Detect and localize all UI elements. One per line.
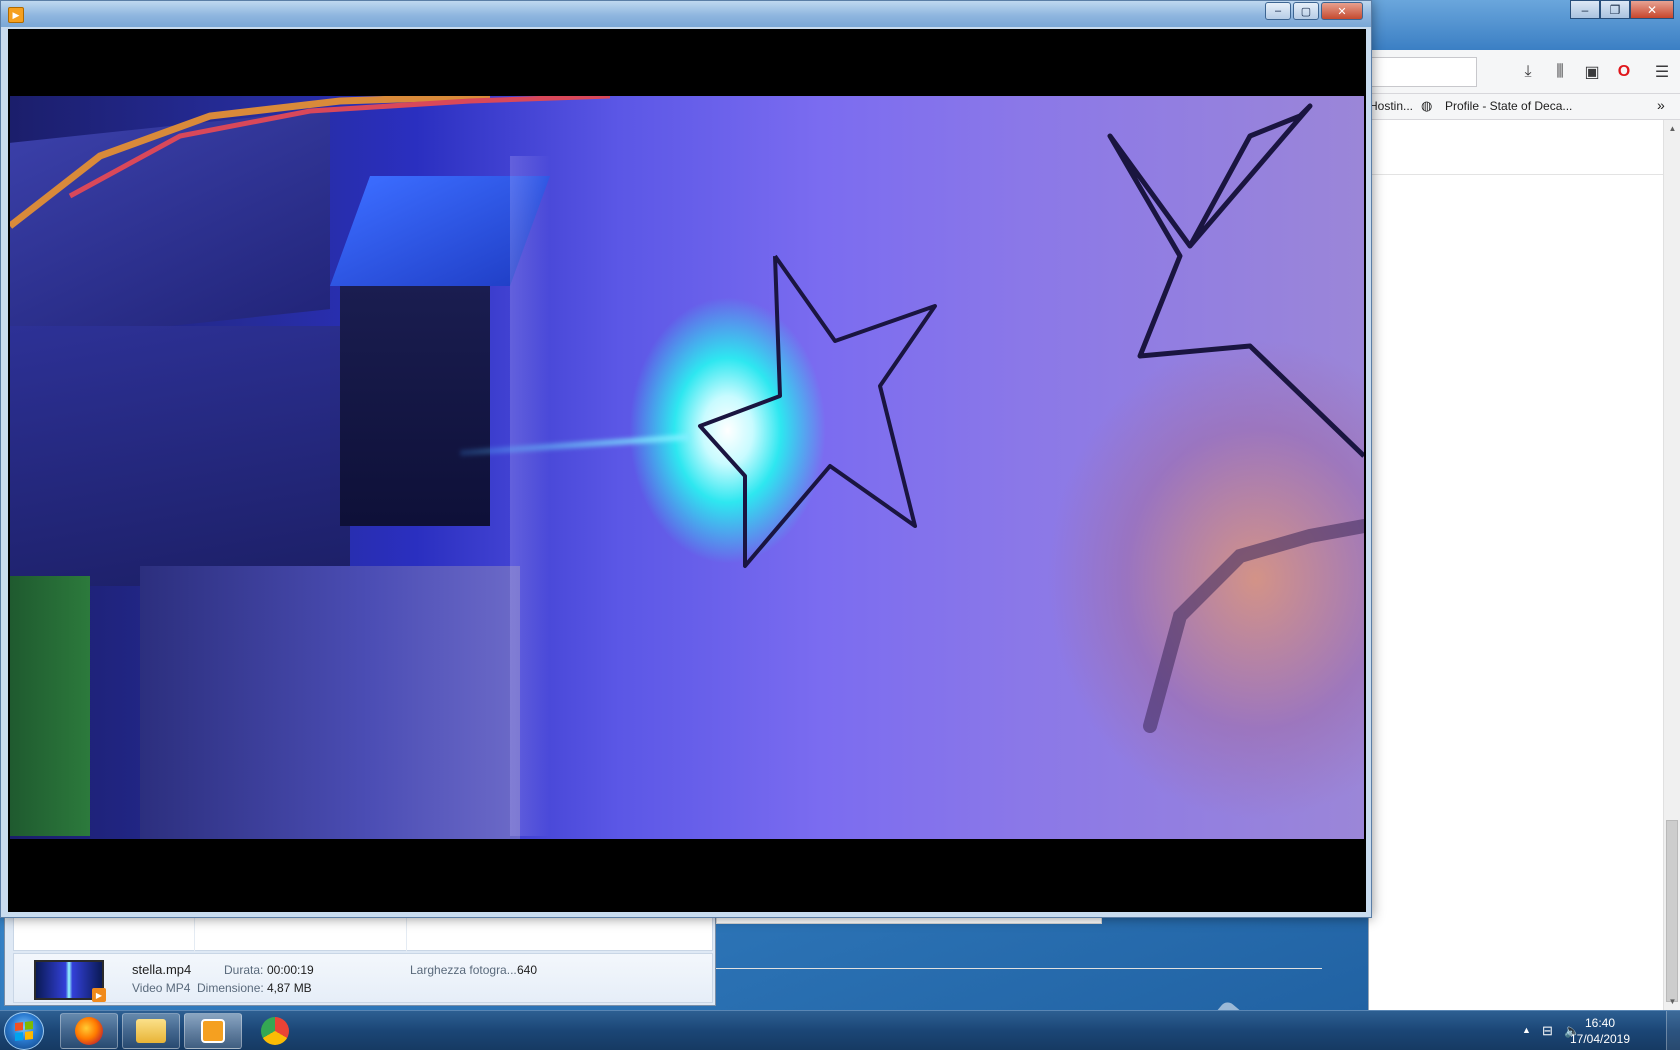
player-close-button[interactable]: ✕ bbox=[1321, 2, 1363, 20]
file-type: Video MP4 bbox=[132, 981, 191, 995]
wire-top-2 bbox=[68, 96, 611, 199]
size-value: 4,87 MB bbox=[267, 981, 312, 995]
background-divider bbox=[716, 968, 1322, 969]
windows-flag-icon bbox=[15, 1021, 33, 1041]
video-area[interactable] bbox=[8, 29, 1366, 912]
clock[interactable]: 16:40 17/04/2019 bbox=[1560, 1015, 1640, 1047]
firefox-minimize-button[interactable]: – bbox=[1570, 0, 1600, 19]
scroll-up-icon[interactable]: ▲ bbox=[1664, 120, 1680, 137]
clock-date: 17/04/2019 bbox=[1569, 1032, 1631, 1046]
scroll-down-icon[interactable]: ▼ bbox=[1664, 993, 1680, 1010]
menu-icon[interactable]: ☰ bbox=[1651, 61, 1673, 83]
library-icon[interactable]: ⫼ bbox=[1549, 61, 1571, 83]
star-left bbox=[698, 254, 937, 568]
taskbar-media-player[interactable] bbox=[184, 1013, 242, 1049]
video-thumbnail: ▶ bbox=[34, 960, 106, 1002]
media-player-badge-icon: ▶ bbox=[92, 988, 106, 1002]
bookmark-hosting[interactable]: Hostin... bbox=[1369, 99, 1413, 113]
wire-top bbox=[10, 96, 491, 229]
media-player-icon bbox=[201, 1019, 225, 1043]
taskbar-firefox[interactable] bbox=[60, 1013, 118, 1049]
chrome-icon bbox=[261, 1017, 289, 1045]
frame-width-value: 640 bbox=[517, 963, 538, 977]
firefox-restore-button[interactable]: ❐ bbox=[1600, 0, 1630, 19]
player-titlebar[interactable]: ▶ – ▢ ✕ bbox=[1, 1, 1371, 27]
player-minimize-button[interactable]: – bbox=[1265, 2, 1291, 20]
bookmarks-toolbar: Hostin... ◍ Profile - State of Deca... » bbox=[1369, 94, 1680, 120]
clock-time: 16:40 bbox=[1584, 1016, 1616, 1030]
firefox-titlebar: – ❐ ✕ bbox=[1369, 0, 1680, 50]
taskbar: ▲ ⊟ 🔈 16:40 17/04/2019 bbox=[0, 1010, 1680, 1050]
network-icon[interactable]: ⊟ bbox=[1542, 1023, 1553, 1039]
scroll-thumb[interactable] bbox=[1666, 820, 1678, 1002]
sidebar-icon[interactable]: ▣ bbox=[1581, 61, 1603, 83]
player-maximize-button[interactable]: ▢ bbox=[1293, 2, 1319, 20]
globe-icon: ◍ bbox=[1421, 98, 1433, 113]
details-pane: ▶ stella.mp4 Video MP4 Durata: 00:00:19 … bbox=[13, 953, 713, 1003]
firefox-caption-buttons: – ❐ ✕ bbox=[1570, 0, 1674, 19]
page-divider bbox=[1369, 174, 1669, 175]
file-name: stella.mp4 bbox=[132, 962, 192, 977]
frame-width-label: Larghezza fotogra... bbox=[410, 963, 517, 977]
size-label: Dimensione: bbox=[197, 981, 264, 995]
firefox-scrollbar[interactable]: ▲ ▼ bbox=[1663, 120, 1680, 1010]
overflow-chevron-icon[interactable]: » bbox=[1657, 97, 1665, 113]
engraved-stars bbox=[10, 96, 1364, 733]
duration-value: 00:00:19 bbox=[267, 963, 314, 977]
start-button[interactable] bbox=[4, 1012, 44, 1050]
video-frame bbox=[10, 96, 1364, 839]
download-icon[interactable]: ⤓ bbox=[1517, 61, 1539, 83]
folder-icon bbox=[136, 1019, 166, 1043]
firefox-window: – ❐ ✕ ⤓ ⫼ ▣ O ☰ Hostin... ◍ Profile - St… bbox=[1368, 0, 1680, 1010]
show-desktop-button[interactable] bbox=[1666, 1011, 1680, 1050]
star-right bbox=[1107, 103, 1364, 458]
firefox-url-bar[interactable] bbox=[1369, 57, 1477, 87]
bookmark-profile[interactable]: Profile - State of Deca... bbox=[1445, 99, 1572, 113]
duration-label: Durata: bbox=[224, 963, 264, 977]
show-hidden-icons-icon[interactable]: ▲ bbox=[1522, 1025, 1531, 1035]
taskbar-explorer[interactable] bbox=[122, 1013, 180, 1049]
system-tray: ▲ ⊟ 🔈 16:40 17/04/2019 bbox=[1470, 1011, 1680, 1050]
media-player-icon[interactable]: ▶ bbox=[8, 7, 24, 23]
firefox-toolbar: ⤓ ⫼ ▣ O ☰ bbox=[1369, 50, 1680, 94]
firefox-close-button[interactable]: ✕ bbox=[1630, 0, 1674, 19]
opera-icon[interactable]: O bbox=[1613, 61, 1635, 83]
player-caption-buttons: – ▢ ✕ bbox=[1265, 2, 1363, 20]
cable-shadow bbox=[1143, 519, 1364, 733]
media-player-window: ▶ – ▢ ✕ bbox=[0, 0, 1372, 918]
firefox-icon bbox=[75, 1017, 103, 1045]
taskbar-chrome[interactable] bbox=[246, 1013, 304, 1049]
